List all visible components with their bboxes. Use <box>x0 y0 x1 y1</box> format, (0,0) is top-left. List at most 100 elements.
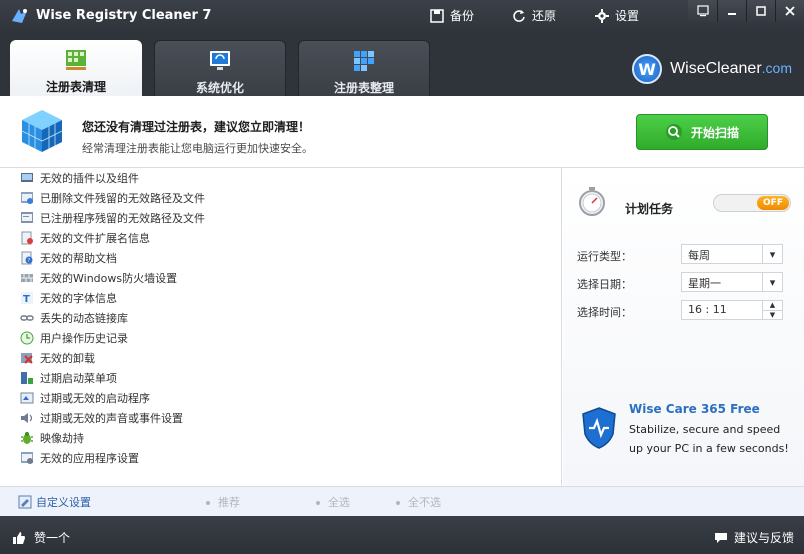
list-item[interactable]: 无效的插件以及组件 <box>20 168 205 188</box>
list-item[interactable]: 无效的应用程序设置 <box>20 448 205 468</box>
restore-label: 还原 <box>532 9 557 23</box>
list-item[interactable]: 无效的文件扩展名信息 <box>20 228 205 248</box>
plugin-icon <box>21 173 33 182</box>
dll-link-icon <box>20 315 34 321</box>
settings-button[interactable]: 设置 <box>595 7 639 24</box>
minimize-button[interactable] <box>717 0 746 22</box>
spin-down-icon[interactable]: ▼ <box>763 309 782 320</box>
toggle-state: OFF <box>757 196 789 210</box>
date-select[interactable]: 星期一 ▾ <box>681 272 783 292</box>
select-none-label: 全不选 <box>408 496 441 509</box>
feedback-button[interactable]: 建议与反馈 <box>714 529 794 546</box>
select-none-link[interactable]: 全不选 <box>396 494 441 510</box>
firewall-icon <box>21 274 33 282</box>
start-scan-button[interactable]: 开始扫描 <box>636 114 768 150</box>
restore-icon <box>513 9 525 22</box>
recommend-label: 推荐 <box>218 496 240 509</box>
search-icon <box>665 124 682 140</box>
list-item[interactable]: 映像劫持 <box>20 428 205 448</box>
maximize-button[interactable] <box>746 0 775 22</box>
list-item-label: 无效的插件以及组件 <box>40 172 139 185</box>
tab-registry-clean[interactable]: 注册表清理 <box>10 40 142 96</box>
chat-bubble-icon <box>714 532 727 543</box>
list-item[interactable]: 丢失的动态链接库 <box>20 308 205 328</box>
restore-button[interactable]: 还原 <box>512 7 556 24</box>
spin-up-icon[interactable]: ▲ <box>763 301 782 310</box>
uninstall-icon <box>21 353 33 364</box>
help-file-icon: ? <box>21 251 33 265</box>
banner-subtitle: 经常清理注册表能让您电脑运行更加快速安全。 <box>82 142 313 155</box>
list-item[interactable]: 过期或无效的声音或事件设置 <box>20 408 205 428</box>
registry-cube-icon <box>21 110 63 152</box>
registered-program-icon <box>21 212 33 223</box>
close-button[interactable] <box>775 0 804 22</box>
time-spinner-buttons: ▲ ▼ <box>762 301 782 319</box>
svg-text:T: T <box>23 294 30 305</box>
backup-label: 备份 <box>450 9 475 23</box>
app-logo-icon <box>12 9 27 23</box>
list-item-label: 无效的帮助文档 <box>40 252 117 265</box>
list-item-label: 丢失的动态链接库 <box>40 312 128 325</box>
list-item[interactable]: T 无效的字体信息 <box>20 288 205 308</box>
close-icon <box>785 6 795 16</box>
list-item-label: 过期或无效的声音或事件设置 <box>40 412 183 425</box>
scan-items-list: 无效的插件以及组件 已删除文件残留的无效路径及文件 已注册程序残留的无效路径及文… <box>20 168 205 468</box>
app-title: Wise Registry Cleaner 7 <box>36 8 212 23</box>
app-window: Wise Registry Cleaner 7 备份 还原 设置 注册表清理 系… <box>0 0 804 554</box>
main-content: 您还没有清理过注册表，建议您立即清理！ 经常清理注册表能让您电脑运行更加快速安全… <box>0 96 804 516</box>
status-banner: 您还没有清理过注册表，建议您立即清理！ 经常清理注册表能让您电脑运行更加快速安全… <box>0 96 804 168</box>
list-item[interactable]: 过期启动菜单项 <box>20 368 205 388</box>
wisecare-promo[interactable]: Wise Care 365 Free Stabilize, secure and… <box>581 402 796 462</box>
system-optimize-icon <box>210 51 230 70</box>
run-type-select[interactable]: 每周 ▾ <box>681 244 783 264</box>
menu-button[interactable] <box>688 0 717 22</box>
list-item-label: 用户操作历史记录 <box>40 332 128 345</box>
backup-button[interactable]: 备份 <box>430 7 474 24</box>
schedule-toggle[interactable]: OFF <box>713 194 791 212</box>
chevron-down-icon: ▾ <box>762 245 782 263</box>
brand-text: WiseCleaner.com <box>670 60 792 78</box>
tab-registry-defrag[interactable]: 注册表整理 <box>298 40 430 96</box>
tab-system-optimize[interactable]: 系统优化 <box>154 40 286 96</box>
minimize-icon <box>728 13 736 15</box>
list-item[interactable]: 过期或无效的启动程序 <box>20 388 205 408</box>
status-bar: 赞一个 建议与反馈 <box>0 516 804 554</box>
wisecleaner-logo-icon: W <box>632 54 663 84</box>
tab-registry-defrag-label: 注册表整理 <box>333 81 394 95</box>
registry-defrag-icon <box>354 51 374 71</box>
list-item[interactable]: 已删除文件残留的无效路径及文件 <box>20 188 205 208</box>
brand-tld: .com <box>761 60 792 76</box>
save-icon <box>430 8 444 23</box>
tab-system-optimize-label: 系统优化 <box>195 81 244 95</box>
time-value: 16 : 11 <box>688 303 727 316</box>
tab-registry-clean-label: 注册表清理 <box>45 80 106 94</box>
font-icon: T <box>21 292 33 305</box>
select-all-link[interactable]: 全选 <box>316 494 350 510</box>
registry-clean-icon <box>66 50 86 70</box>
date-value: 星期一 <box>688 277 721 290</box>
list-item[interactable]: 用户操作历史记录 <box>20 328 205 348</box>
run-type-value: 每周 <box>688 249 710 262</box>
like-button[interactable]: 赞一个 <box>12 529 70 546</box>
list-item[interactable]: 无效的Windows防火墙设置 <box>20 268 205 288</box>
file-extension-icon <box>21 231 33 245</box>
wisecleaner-brand[interactable]: W WiseCleaner.com <box>632 54 792 84</box>
list-item[interactable]: ? 无效的帮助文档 <box>20 248 205 268</box>
menu-icon <box>696 5 709 17</box>
svg-text:?: ? <box>28 258 31 264</box>
feedback-label: 建议与反馈 <box>733 531 794 545</box>
list-item[interactable]: 无效的卸载 <box>20 348 205 368</box>
scan-items-pane: 无效的插件以及组件 已删除文件残留的无效路径及文件 已注册程序残留的无效路径及文… <box>0 168 562 486</box>
like-label: 赞一个 <box>34 531 71 545</box>
recommend-link[interactable]: 推荐 <box>206 494 240 510</box>
date-label: 选择日期： <box>577 278 632 291</box>
bullet-icon <box>316 501 320 505</box>
time-spinner[interactable]: 16 : 11 ▲ ▼ <box>681 300 783 320</box>
thumbs-up-icon <box>13 531 25 544</box>
custom-settings-link[interactable]: 自定义设置 <box>18 494 91 510</box>
brand-name: WiseCleaner <box>670 60 762 77</box>
app-settings-icon <box>21 452 33 464</box>
list-item-label: 过期启动菜单项 <box>40 372 117 385</box>
promo-line-2: up your PC in a few seconds! <box>629 442 789 455</box>
list-item[interactable]: 已注册程序残留的无效路径及文件 <box>20 208 205 228</box>
